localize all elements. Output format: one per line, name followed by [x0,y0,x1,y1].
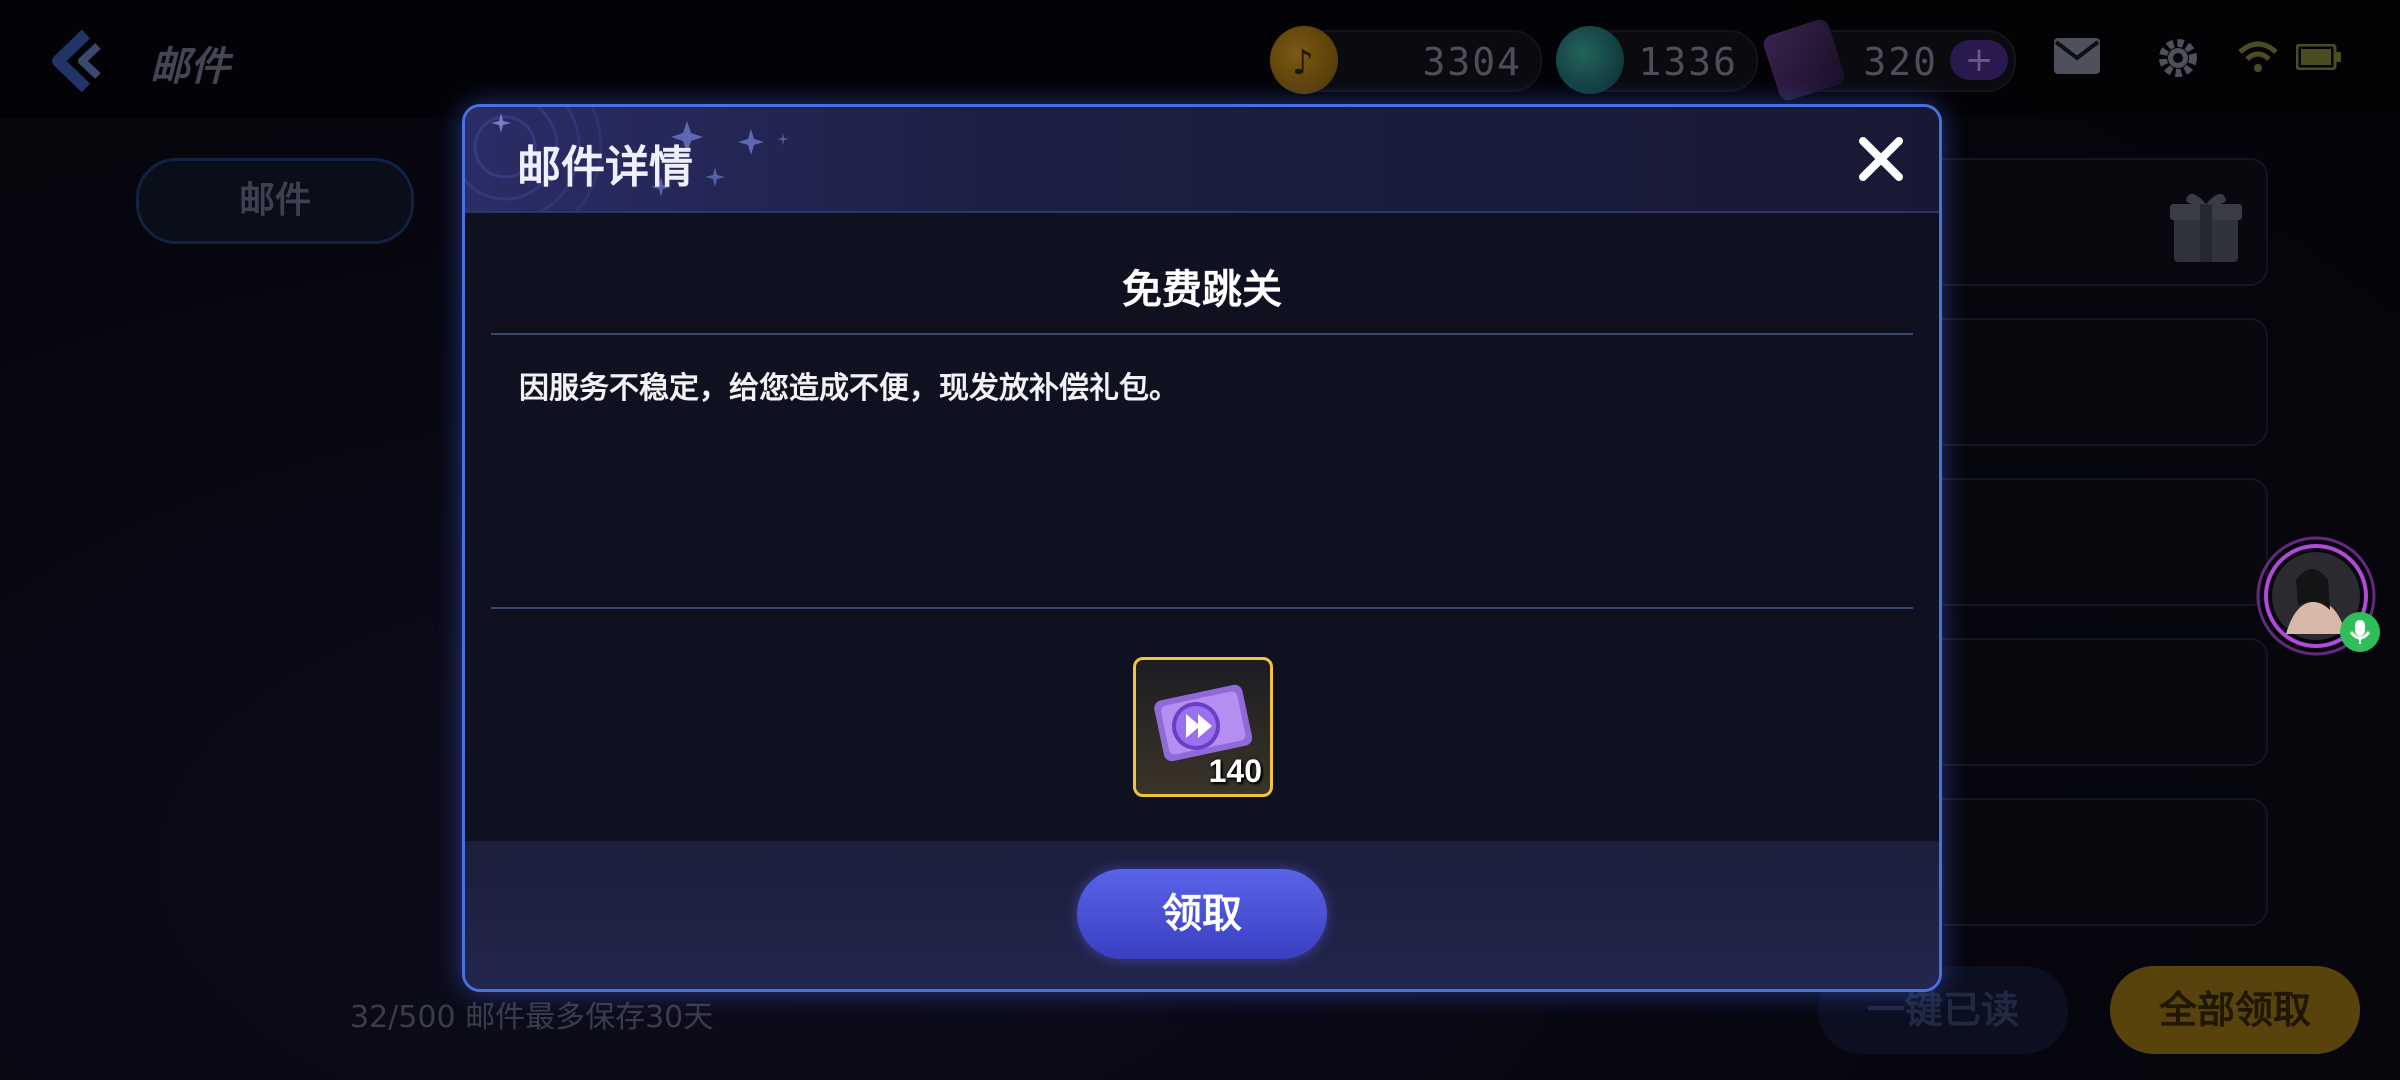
close-button[interactable] [1851,129,1911,189]
microphone-icon [2340,612,2380,652]
modal-title: 邮件详情 [517,142,693,193]
mail-subject: 免费跳关 [1122,267,1282,313]
modal-header: 邮件详情 [465,107,1939,213]
voice-assistant-avatar[interactable] [2256,536,2380,656]
mail-detail-modal: 邮件详情 免费跳关 因服务不稳定，给您造成不便，现发放补偿礼包。 140 领取 [462,104,1942,992]
claim-button[interactable]: 领取 [1077,869,1327,959]
close-icon [1859,137,1903,181]
mail-body-text: 因服务不稳定，给您造成不便，现发放补偿礼包。 [519,371,1179,406]
reward-item[interactable]: 140 [1133,657,1273,797]
divider [491,607,1913,609]
divider [491,333,1913,335]
reward-count: 140 [1208,753,1262,789]
